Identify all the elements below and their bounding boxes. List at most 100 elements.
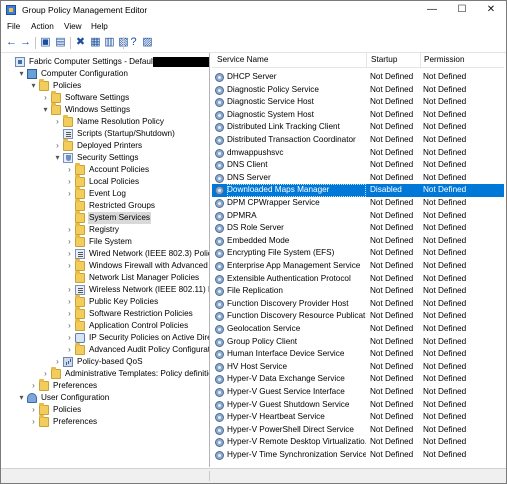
expander-icon[interactable]: › <box>65 176 74 188</box>
service-row[interactable]: DPM CPWrapper Service Not Defined Not Defi… <box>212 197 504 210</box>
expander-icon[interactable]: › <box>65 284 74 296</box>
tree-item[interactable]: › Preferences <box>29 415 209 428</box>
column-divider[interactable] <box>420 53 421 67</box>
service-row[interactable]: DNS Server Not Defined Not Defined <box>212 172 504 185</box>
service-row[interactable]: Distributed Link Tracking Client Not Defi… <box>212 121 504 134</box>
service-row[interactable]: DS Role Server Not Defined Not Defined <box>212 222 504 235</box>
up-folder-icon[interactable]: ▣ <box>39 36 52 49</box>
close-button[interactable]: ✕ <box>476 1 506 20</box>
properties-icon[interactable]: ▦ <box>89 36 102 49</box>
maximize-button[interactable]: ☐ <box>447 1 477 20</box>
tree-item[interactable]: Network List Manager Policies <box>65 271 209 284</box>
expander-icon[interactable]: › <box>65 248 74 260</box>
expander-icon[interactable]: ▾ <box>17 68 26 80</box>
service-row[interactable]: Hyper-V Data Exchange Service Not Defined… <box>212 373 504 386</box>
service-row[interactable]: Downloaded Maps Manager Disabled Not Defin… <box>212 184 504 197</box>
column-permission[interactable]: Permission <box>424 55 465 64</box>
tree-item[interactable]: › Public Key Policies <box>65 295 209 308</box>
minimize-button[interactable]: — <box>417 1 447 20</box>
expander-icon[interactable]: › <box>65 344 74 356</box>
service-row[interactable]: Hyper-V PowerShell Direct Service Not Def… <box>212 424 504 437</box>
tree-item[interactable]: › IP Security Policies on Active Directo <box>65 332 209 344</box>
column-divider[interactable] <box>366 53 367 67</box>
service-row[interactable]: DPMRA Not Defined Not Defined <box>212 210 504 223</box>
service-row[interactable]: Hyper-V Heartbeat Service Not Defined Not … <box>212 411 504 424</box>
service-row[interactable]: Enterprise App Management Service Not Def… <box>212 260 504 273</box>
help-icon[interactable]: ? <box>127 36 140 49</box>
expander-icon[interactable]: › <box>65 224 74 236</box>
service-row[interactable]: Human Interface Device Service Not Define… <box>212 348 504 361</box>
service-row[interactable]: HV Host Service Not Defined Not Defined <box>212 361 504 374</box>
tree-item[interactable]: ▾ Policies <box>29 79 209 92</box>
tree-item[interactable]: › Windows Firewall with Advanced Se <box>65 259 209 272</box>
tree-item[interactable]: › Event Log <box>65 187 209 200</box>
tree-item[interactable]: Scripts (Startup/Shutdown) <box>53 128 209 140</box>
service-row[interactable]: Geolocation Service Not Defined Not Define… <box>212 323 504 336</box>
menu-help[interactable]: Help <box>91 22 108 31</box>
service-row[interactable]: Embedded Mode Not Defined Not Defined <box>212 235 504 248</box>
service-row[interactable]: Group Policy Client Not Defined Not Define… <box>212 336 504 349</box>
expander-icon[interactable]: › <box>65 164 74 176</box>
expander-icon[interactable]: › <box>65 320 74 332</box>
tree-item[interactable]: › Software Settings <box>41 91 209 104</box>
menu-file[interactable]: File <box>7 22 20 31</box>
expander-icon[interactable]: ▾ <box>17 392 26 404</box>
tree-item[interactable]: › Advanced Audit Policy Configuratio <box>65 343 209 356</box>
expander-icon[interactable]: › <box>53 140 62 152</box>
expander-icon[interactable]: › <box>65 188 74 200</box>
expander-icon[interactable]: › <box>29 404 38 416</box>
column-startup[interactable]: Startup <box>371 55 397 64</box>
tree-item[interactable]: ▾ User Configuration <box>17 392 209 404</box>
service-row[interactable]: Hyper-V Remote Desktop Virtualizatio... N… <box>212 436 504 449</box>
service-row[interactable]: Hyper-V Guest Service Interface Not Defin… <box>212 386 504 399</box>
menu-view[interactable]: View <box>64 22 82 31</box>
menu-action[interactable]: Action <box>31 22 54 31</box>
service-row[interactable]: Distributed Transaction Coordinator Not D… <box>212 134 504 147</box>
expander-icon[interactable]: ▾ <box>41 104 50 116</box>
tree-item[interactable]: › Preferences <box>29 379 209 392</box>
tree-item[interactable]: › Application Control Policies <box>65 319 209 332</box>
expander-icon[interactable]: ▾ <box>29 80 38 92</box>
delete-icon[interactable]: ✖ <box>74 36 87 49</box>
tree-item[interactable]: › Account Policies <box>65 163 209 176</box>
expander-icon[interactable]: › <box>41 92 50 104</box>
tree-item[interactable]: › Policy-based QoS <box>53 356 209 368</box>
tree-item[interactable]: Restricted Groups <box>65 199 209 212</box>
service-row[interactable]: DHCP Server Not Defined Not Defined <box>212 71 504 84</box>
tree-item[interactable]: › Software Restriction Policies <box>65 307 209 320</box>
tree-item[interactable]: › Wired Network (IEEE 802.3) Policies <box>65 248 209 260</box>
service-row[interactable]: Diagnostic System Host Not Defined Not Def… <box>212 109 504 122</box>
service-row[interactable]: Extensible Authentication Protocol Not De… <box>212 273 504 286</box>
tree-item[interactable]: › Name Resolution Policy <box>53 115 209 128</box>
service-row[interactable]: Hyper-V Time Synchronization Service Not … <box>212 449 504 462</box>
tree-item[interactable]: › File System <box>65 235 209 248</box>
service-row[interactable]: Hyper-V Guest Shutdown Service Not Define… <box>212 399 504 412</box>
tree-item[interactable]: System Services <box>65 211 209 224</box>
expander-icon[interactable]: › <box>65 332 74 344</box>
refresh-icon[interactable]: ▥ <box>103 36 116 49</box>
service-row[interactable]: Diagnostic Service Host Not Defined Not De… <box>212 96 504 109</box>
column-service-name[interactable]: Service Name <box>217 55 268 64</box>
services-list[interactable]: Service Name Startup Permission DHCP Ser… <box>212 53 504 467</box>
service-row[interactable]: Encrypting File System (EFS) Not Defined N… <box>212 247 504 260</box>
tree-item[interactable]: › Registry <box>65 223 209 236</box>
expander-icon[interactable]: › <box>53 116 62 128</box>
tree-item[interactable]: ▾ Computer Configuration <box>17 68 209 80</box>
expander-icon[interactable]: › <box>65 296 74 308</box>
service-row[interactable]: Function Discovery Resource Publicat... N… <box>212 310 504 323</box>
forward-arrow-icon[interactable]: → <box>19 36 32 49</box>
tree-item[interactable]: › Wireless Network (IEEE 802.11) Polici <box>65 284 209 296</box>
expander-icon[interactable]: ▾ <box>53 152 62 164</box>
expander-icon[interactable]: › <box>29 416 38 428</box>
show-hide-tree-icon[interactable]: ▤ <box>54 36 67 49</box>
tree-item[interactable]: › Policies <box>29 403 209 416</box>
tree-item[interactable]: › Deployed Printers <box>53 139 209 152</box>
tree-item[interactable]: › Local Policies <box>65 175 209 188</box>
service-row[interactable]: dmwappushsvc Not Defined Not Defined <box>212 147 504 160</box>
service-row[interactable]: Function Discovery Provider Host Not Defi… <box>212 298 504 311</box>
service-row[interactable]: DNS Client Not Defined Not Defined <box>212 159 504 172</box>
expander-icon[interactable]: › <box>65 260 74 272</box>
expander-icon[interactable]: › <box>65 236 74 248</box>
service-row[interactable]: Diagnostic Policy Service Not Defined Not … <box>212 84 504 97</box>
service-row[interactable]: File Replication Not Defined Not Defined <box>212 285 504 298</box>
